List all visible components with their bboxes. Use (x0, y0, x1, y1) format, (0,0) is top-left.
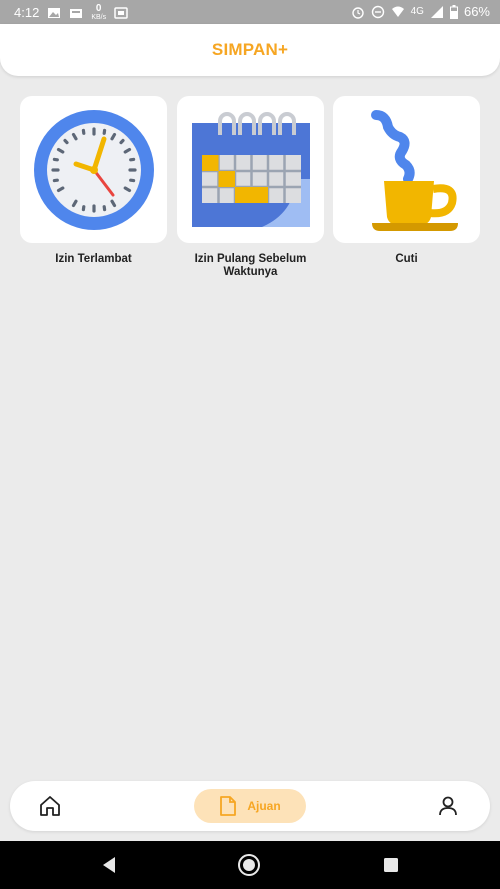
menu-card-izin-terlambat[interactable] (20, 96, 167, 243)
status-right: 4G 66% (351, 4, 490, 19)
bottom-navigation: Ajuan (10, 781, 490, 831)
status-bar: 4:12 0 KB/s 4G 66% (0, 0, 500, 24)
wifi-icon (391, 6, 404, 17)
app-header: SIMPAN+ (0, 24, 500, 76)
signal-icon (430, 5, 443, 18)
image-icon (48, 7, 61, 18)
inbox-icon (70, 8, 83, 18)
status-time: 4:12 (14, 5, 40, 20)
menu-card-izin-pulang[interactable] (177, 96, 324, 243)
menu-card-cuti[interactable] (333, 96, 480, 243)
home-icon[interactable] (38, 794, 62, 818)
home-circle-icon[interactable] (238, 854, 260, 876)
alarm-icon (351, 6, 364, 19)
nav-tab-ajuan-label: Ajuan (247, 799, 281, 813)
menu-label-izin-terlambat: Izin Terlambat (55, 253, 132, 265)
status-left: 4:12 0 KB/s (14, 4, 128, 21)
app-title: SIMPAN+ (211, 40, 289, 59)
coffee-cup-icon (370, 109, 458, 231)
battery-level: 66% (463, 4, 490, 19)
data-speed: 0 KB/s (91, 3, 107, 22)
nav-tab-ajuan[interactable]: Ajuan (194, 789, 306, 823)
data-speed-value: 0 (95, 3, 102, 14)
menu-label-cuti: Cuti (395, 253, 418, 265)
system-nav-bar (0, 841, 500, 889)
calendar-icon (191, 111, 310, 227)
recent-apps-icon[interactable] (380, 854, 402, 876)
data-speed-unit: KB/s (91, 14, 107, 21)
network-type: 4G (410, 6, 424, 17)
clock-icon (33, 109, 154, 230)
menu-label-izin-pulang: Izin Pulang Sebelum Waktunya (194, 253, 307, 278)
battery-icon (449, 4, 458, 19)
document-icon (220, 796, 237, 816)
do-not-disturb-icon (371, 5, 384, 18)
user-icon[interactable] (436, 794, 460, 818)
screen-icon (114, 6, 128, 19)
back-icon[interactable] (99, 854, 121, 876)
